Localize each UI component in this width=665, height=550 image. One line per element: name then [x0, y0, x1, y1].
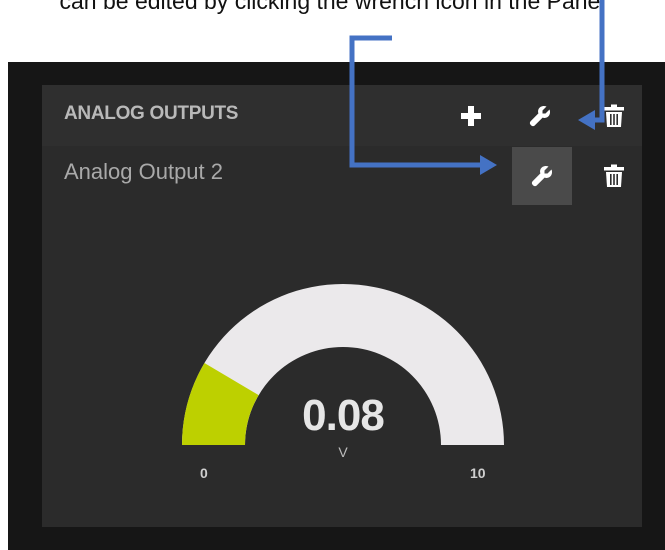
- gauge-value: 0.08: [302, 391, 385, 440]
- gauge-max-label: 10: [470, 465, 486, 481]
- gauge: [182, 284, 504, 445]
- gauge-unit: V: [338, 444, 348, 460]
- instruction-caption: can be edited by clicking the wrench ico…: [59, 0, 606, 14]
- analog-outputs-panel: ANALOG OUTPUTS Analog Output 2 0.08 V 0 …: [42, 85, 642, 527]
- gauge-min-label: 0: [200, 465, 208, 481]
- screenshot-stage: can be edited by clicking the wrench ico…: [0, 0, 665, 550]
